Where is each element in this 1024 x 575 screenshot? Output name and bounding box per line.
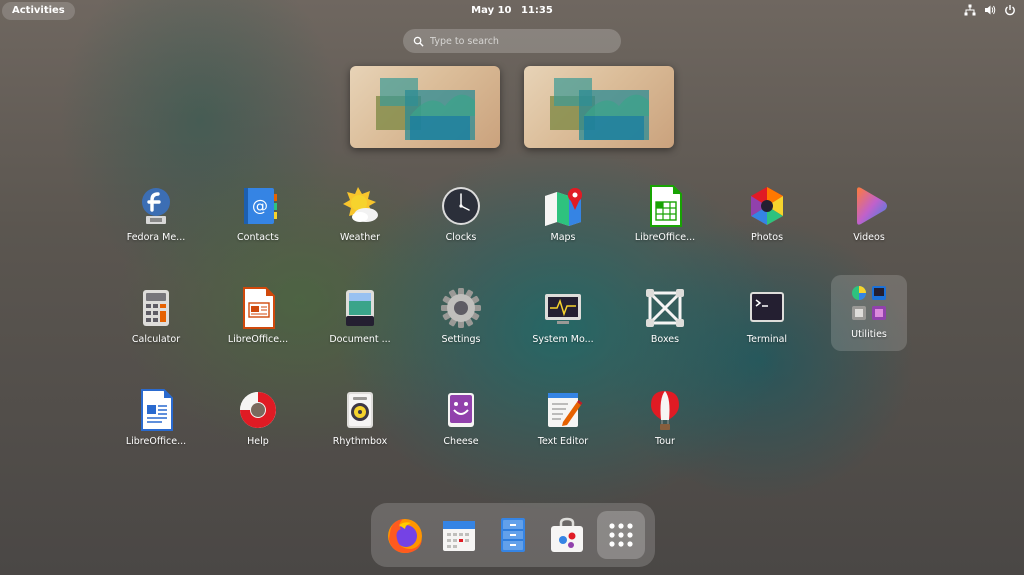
app-libreoffice-calc[interactable]: LibreOffice... (619, 178, 711, 252)
weather-icon (343, 187, 378, 222)
app-label: Videos (853, 232, 885, 243)
dock-calendar[interactable] (435, 511, 483, 559)
dock-firefox[interactable] (381, 511, 429, 559)
app-label: Cheese (443, 436, 479, 447)
terminal-icon (750, 292, 784, 322)
app-photos[interactable]: Photos (721, 178, 813, 252)
app-calculator[interactable]: Calculator (110, 280, 202, 354)
app-label: Help (247, 436, 269, 447)
clocks-icon (442, 187, 480, 225)
dock-software[interactable] (543, 511, 591, 559)
app-label: Boxes (650, 334, 680, 345)
app-help[interactable]: Help (212, 382, 304, 456)
app-label: Settings (441, 334, 481, 345)
document-scanner-icon (346, 290, 374, 326)
app-label: Maps (550, 232, 576, 243)
app-label: Weather (340, 232, 380, 243)
show-apps-grid-icon (609, 523, 633, 547)
software-icon (551, 517, 583, 552)
cheese-icon (448, 393, 474, 427)
help-lifebuoy-icon (240, 392, 276, 428)
app-system-monitor[interactable]: System Mo... (517, 280, 609, 354)
app-contacts[interactable]: @ Contacts (212, 178, 304, 252)
app-document-scanner[interactable]: Document ... (314, 280, 406, 354)
app-videos[interactable]: Videos (823, 178, 915, 252)
settings-gear-icon (441, 288, 481, 328)
videos-icon (857, 187, 887, 225)
app-label: Text Editor (537, 436, 589, 447)
app-label: Tour (655, 436, 675, 447)
utilities-folder-icon (852, 286, 886, 320)
contacts-icon: @ (244, 188, 277, 224)
app-clocks[interactable]: Clocks (415, 178, 507, 252)
text-editor-icon (548, 393, 583, 427)
app-label: System Mo... (532, 334, 594, 345)
app-terminal[interactable]: Terminal (721, 280, 813, 354)
app-label: Terminal (746, 334, 788, 345)
app-label: Contacts (237, 232, 279, 243)
app-rhythmbox[interactable]: Rhythmbox (314, 382, 406, 456)
dock-files[interactable] (489, 511, 537, 559)
calendar-icon (443, 521, 475, 551)
svg-text:@: @ (252, 196, 268, 215)
app-label: Photos (750, 232, 784, 243)
firefox-icon (388, 519, 422, 553)
app-label: LibreOffice... (227, 334, 289, 345)
app-label: Clocks (445, 232, 477, 243)
calculator-icon (143, 290, 169, 326)
app-libreoffice-writer[interactable]: LibreOffice... (110, 382, 202, 456)
app-fedora-media-writer[interactable]: Fedora Me... (110, 178, 202, 252)
app-label: Fedora Me... (126, 232, 186, 243)
app-text-editor[interactable]: Text Editor (517, 382, 609, 456)
app-label: Calculator (131, 334, 181, 345)
app-maps[interactable]: Maps (517, 178, 609, 252)
rhythmbox-icon (347, 392, 373, 428)
app-libreoffice-impress[interactable]: LibreOffice... (212, 280, 304, 354)
dash-dock (371, 503, 655, 567)
app-tour[interactable]: Tour (619, 382, 711, 456)
libreoffice-calc-icon (650, 185, 682, 227)
photos-icon (751, 187, 783, 225)
app-cheese[interactable]: Cheese (415, 382, 507, 456)
fedora-media-writer-icon (142, 188, 170, 224)
tour-balloon-icon (651, 391, 679, 430)
app-label: Rhythmbox (332, 436, 388, 447)
app-settings[interactable]: Settings (415, 280, 507, 354)
folder-utilities[interactable]: Utilities (831, 275, 907, 351)
app-grid: Fedora Me... @ Contacts Weather Clocks M… (0, 0, 1024, 575)
boxes-icon (646, 289, 684, 327)
show-apps-button[interactable] (597, 511, 645, 559)
files-icon (501, 518, 525, 552)
app-label: Document ... (329, 334, 391, 345)
app-label: Utilities (851, 329, 887, 340)
app-boxes[interactable]: Boxes (619, 280, 711, 354)
maps-icon (545, 188, 582, 226)
app-weather[interactable]: Weather (314, 178, 406, 252)
system-monitor-icon (545, 294, 581, 324)
app-label: LibreOffice... (634, 232, 696, 243)
libreoffice-impress-icon (243, 287, 275, 329)
libreoffice-writer-icon (141, 389, 173, 431)
app-label: LibreOffice... (125, 436, 187, 447)
